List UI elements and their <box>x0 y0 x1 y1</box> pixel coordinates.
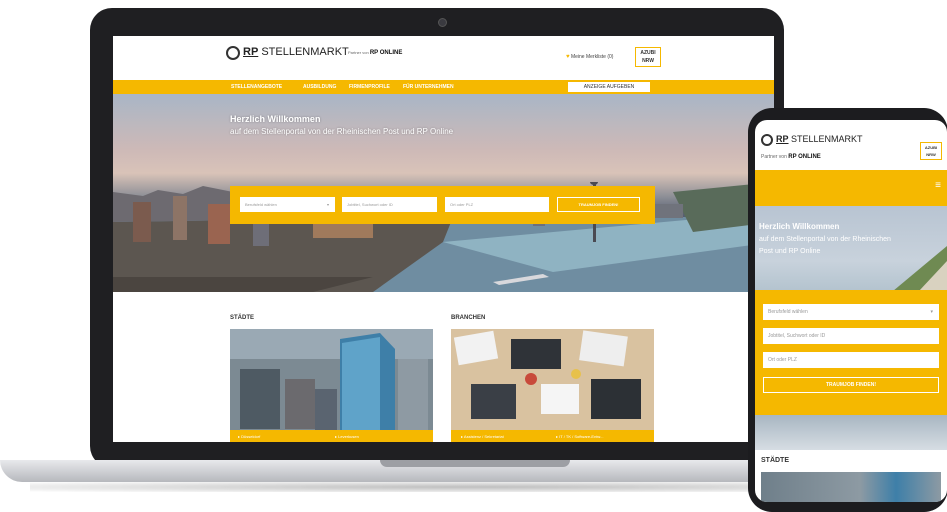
link-it-tk[interactable]: ▸ IT / TK / Software-Entw... <box>556 434 603 439</box>
office-desk-image <box>451 329 654 430</box>
link-leverkusen[interactable]: ▸ Leverkusen <box>335 434 359 439</box>
phone-azubi-line2: NRW <box>926 152 936 157</box>
phone-search-form: Berufsfeld wählen ▾ Jobtitel, Suchwort o… <box>755 290 947 415</box>
logo-rp: RP <box>243 46 259 58</box>
nav-item-fuer-unternehmen[interactable]: FÜR UNTERNEHMEN <box>403 84 454 90</box>
webcam-icon <box>438 18 447 27</box>
site-logo[interactable]: RP STELLENMARKT <box>243 46 349 58</box>
laptop-base-notch <box>380 460 570 467</box>
nav-item-ausbildung[interactable]: AUSBILDUNG <box>303 84 336 90</box>
phone-berufsfeld-select[interactable]: Berufsfeld wählen ▾ <box>763 304 939 320</box>
phone-berufsfeld-label: Berufsfeld wählen <box>768 309 808 315</box>
phone-logo-name: STELLENMARKT <box>791 134 863 144</box>
job-search-form: Berufsfeld wählen ▾ Jobtitel, Suchwort o… <box>230 186 655 224</box>
phone-azubi-nrw-badge[interactable]: AZUBI NRW <box>920 142 942 160</box>
azubi-line2: NRW <box>642 58 654 64</box>
phone-hero-subtitle-1: auf dem Stellenportal von der Rheinische… <box>759 236 891 243</box>
hero-subtitle: auf dem Stellenportal von der Rheinische… <box>230 127 454 136</box>
partner-badge: Partner von RP ONLINE <box>348 50 402 56</box>
link-duesseldorf[interactable]: ▸ Düsseldorf <box>238 434 260 439</box>
azubi-line1: AZUBI <box>640 50 656 56</box>
section-title-branchen: BRANCHEN <box>451 315 486 321</box>
hero-title: Herzlich Willkommen <box>230 114 321 124</box>
keyword-input[interactable]: Jobtitel, Suchwort oder ID <box>342 197 437 212</box>
phone-site-logo[interactable]: RP STELLENMARKT <box>776 134 863 144</box>
phone-location-input[interactable]: Ort oder PLZ <box>763 352 939 368</box>
phone-azubi-line1: AZUBI <box>924 145 938 150</box>
phone-logo-rp: RP <box>776 134 789 144</box>
heart-icon: ♥ <box>566 54 570 60</box>
partner-prefix: Partner von <box>348 50 369 55</box>
phone-chevron-down-icon: ▾ <box>930 309 933 315</box>
phone-partner-prefix: Partner von <box>761 154 787 160</box>
laptop-screen: RP STELLENMARKT Partner von RP ONLINE ♥ … <box>113 36 774 442</box>
phone-partner-badge: Partner von RP ONLINE <box>761 154 821 160</box>
nav-item-stellenangebote[interactable]: STELLENANGEBOTE <box>231 84 282 90</box>
berufsfeld-label: Berufsfeld wählen <box>245 202 277 207</box>
location-input[interactable]: Ort oder PLZ <box>445 197 549 212</box>
partner-name: RP ONLINE <box>369 50 403 56</box>
hamburger-menu-icon[interactable]: ≡ <box>935 181 941 191</box>
staedte-card-image[interactable] <box>230 329 433 430</box>
phone-traumjob-finden-button[interactable]: TRAUMJOB FINDEN! <box>763 377 939 393</box>
phone-hero-bottom-strip <box>755 415 947 450</box>
city-aerial-image <box>230 329 433 430</box>
phone-hero-subtitle-2: Post und RP Online <box>759 248 821 255</box>
traumjob-finden-button[interactable]: TRAUMJOB FINDEN! <box>557 197 640 212</box>
phone-magnifier-logo-icon[interactable] <box>761 134 773 146</box>
azubi-nrw-badge[interactable]: AZUBI NRW <box>635 47 661 67</box>
branchen-card-image[interactable] <box>451 329 654 430</box>
nav-item-firmenprofile[interactable]: FIRMENPROFILE <box>349 84 390 90</box>
hero-banner: Herzlich Willkommen auf dem Stellenporta… <box>113 94 774 292</box>
site-header: RP STELLENMARKT Partner von RP ONLINE ♥ … <box>113 36 774 80</box>
phone-screen: RP STELLENMARKT Partner von RP ONLINE AZ… <box>755 120 947 502</box>
magnifier-logo-icon[interactable] <box>226 46 240 60</box>
branchen-card-bar: ▸ Assistenz / Sekretariat ▸ IT / TK / So… <box>451 430 654 442</box>
berufsfeld-select[interactable]: Berufsfeld wählen ▾ <box>240 197 335 212</box>
section-title-staedte: STÄDTE <box>230 315 254 321</box>
merkliste-link[interactable]: ♥ Meine Merkliste (0) <box>566 54 613 60</box>
phone-section-title-staedte: STÄDTE <box>761 457 789 464</box>
staedte-card-bar: ▸ Düsseldorf ▸ Leverkusen <box>230 430 433 442</box>
phone-keyword-input[interactable]: Jobtitel, Suchwort oder ID <box>763 328 939 344</box>
phone-hero-title: Herzlich Willkommen <box>759 222 840 231</box>
logo-name: STELLENMARKT <box>261 46 349 58</box>
main-nav: STELLENANGEBOTE AUSBILDUNG FIRMENPROFILE… <box>113 80 774 94</box>
phone-nav-bar: ≡ <box>755 170 947 206</box>
phone-partner-name: RP ONLINE <box>788 154 821 160</box>
link-assistenz[interactable]: ▸ Assistenz / Sekretariat <box>461 434 504 439</box>
merkliste-label: Meine Merkliste (0) <box>570 54 614 60</box>
chevron-down-icon: ▾ <box>326 202 329 207</box>
anzeige-aufgeben-button[interactable]: ANZEIGE AUFGEBEN <box>568 82 650 92</box>
phone-staedte-card-image[interactable] <box>761 472 941 502</box>
